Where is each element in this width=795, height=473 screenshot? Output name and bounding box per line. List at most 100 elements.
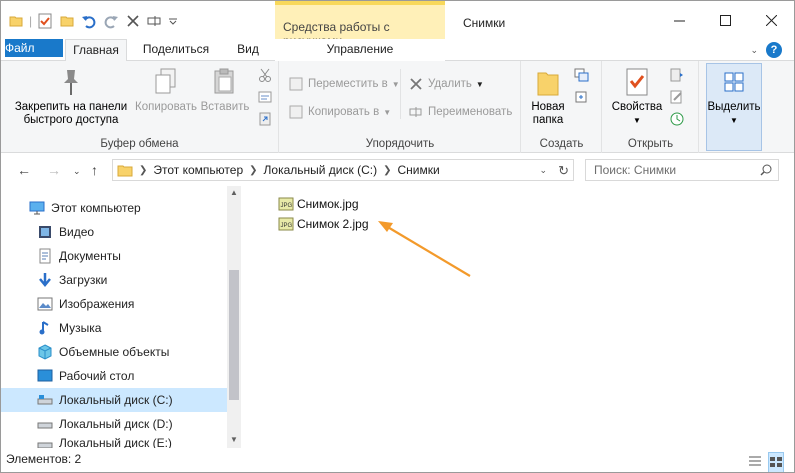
scrollbar-thumb[interactable] — [229, 270, 239, 400]
paste-shortcut-icon[interactable] — [257, 111, 273, 127]
nav-item-drive-e[interactable]: Локальный диск (E:) — [1, 436, 227, 448]
copy-to-label: Копировать в — [308, 106, 380, 118]
close-button[interactable] — [748, 1, 794, 39]
new-folder-icon[interactable] — [58, 12, 76, 30]
delete-x-icon[interactable] — [124, 12, 142, 30]
nav-item-label: Загрузки — [59, 273, 108, 287]
maximize-button[interactable] — [702, 1, 748, 39]
organize-group-label: Упорядочить — [365, 138, 435, 150]
nav-scrollbar[interactable]: ▲ ▼ — [227, 186, 241, 448]
tab-home[interactable]: Главная — [65, 39, 127, 62]
chevron-right-icon[interactable]: ❯ — [139, 165, 147, 176]
chevron-right-icon[interactable]: ❯ — [249, 165, 257, 176]
address-bar[interactable]: ❯ Этот компьютер ❯ Локальный диск (C:) ❯… — [112, 159, 574, 181]
nav-item-documents[interactable]: Документы — [1, 244, 227, 268]
refresh-icon[interactable]: ↻ — [558, 163, 569, 179]
breadcrumb-snimki[interactable]: Снимки — [397, 163, 439, 177]
customize-qat-dropdown-icon[interactable] — [168, 12, 178, 30]
tab-file[interactable]: Файл — [5, 39, 63, 57]
folder-icon[interactable] — [7, 12, 25, 30]
new-folder-label-line2: папка — [532, 114, 564, 126]
nav-item-drive-d[interactable]: Локальный диск (D:) — [1, 412, 227, 436]
new-group-label: Создать — [539, 138, 584, 150]
history-icon[interactable] — [669, 111, 685, 127]
title-bar: | Средства работы с рис — [1, 1, 794, 48]
delete-button[interactable]: Удалить ▼ — [408, 75, 484, 93]
copy-to-button[interactable]: Копировать в ▼ — [288, 103, 391, 121]
nav-item-downloads[interactable]: Загрузки — [1, 268, 227, 292]
details-view-icon[interactable] — [748, 452, 762, 472]
copy-path-icon[interactable] — [257, 89, 273, 105]
properties-check-icon[interactable] — [36, 12, 54, 30]
paste-label: Вставить — [200, 101, 250, 113]
scroll-down-icon[interactable]: ▼ — [227, 435, 241, 444]
nav-item-label: Изображения — [59, 297, 135, 311]
view-switch — [748, 452, 784, 472]
computer-icon — [29, 200, 45, 216]
search-input[interactable]: Поиск: Снимки — [585, 159, 779, 181]
move-to-button[interactable]: Переместить в ▼ — [288, 75, 400, 93]
search-icon — [760, 162, 772, 182]
minimize-button[interactable] — [656, 1, 702, 39]
context-tab-header: Средства работы с рисунками — [275, 1, 445, 48]
rename-button[interactable]: Переименовать — [408, 103, 512, 121]
drive-icon — [37, 416, 53, 432]
undo-icon[interactable] — [80, 12, 98, 30]
tab-share[interactable]: Поделиться — [135, 39, 217, 61]
pin-quick-access-button[interactable]: Закрепить на панели быстрого доступа — [9, 65, 133, 127]
nav-item-pictures[interactable]: Изображения — [1, 292, 227, 316]
open-group-label: Открыть — [627, 138, 674, 150]
cut-icon[interactable] — [257, 67, 273, 83]
new-item-icon[interactable] — [574, 67, 590, 83]
drive-icon — [37, 392, 53, 408]
items-count: Элементов: 2 — [6, 452, 82, 466]
select-label: Выделить — [707, 101, 761, 113]
nav-item-desktop[interactable]: Рабочий стол — [1, 364, 227, 388]
copy-button[interactable]: Копировать — [133, 65, 199, 114]
nav-item-3d-objects[interactable]: Объемные объекты — [1, 340, 227, 364]
properties-button[interactable]: Свойства ▼ — [609, 65, 665, 127]
tab-view[interactable]: Вид — [225, 39, 271, 61]
navigation-bar: ← → ⌄ ↑ ❯ Этот компьютер ❯ Локальный дис… — [1, 154, 794, 186]
ribbon-tabs: Файл Главная Поделиться Вид Управление — [1, 39, 794, 62]
pin-icon — [55, 65, 87, 99]
scroll-up-icon[interactable]: ▲ — [227, 188, 241, 197]
collapse-ribbon-icon[interactable]: ⌄ — [750, 45, 758, 56]
group-organize: Переместить в ▼ Копировать в ▼ Удалить ▼… — [280, 61, 521, 153]
rename-icon-ribbon — [408, 104, 424, 120]
back-arrow-icon[interactable]: ← — [17, 162, 31, 178]
move-to-label: Переместить в — [308, 78, 388, 90]
group-open: Свойства ▼ Открыть — [603, 61, 699, 153]
explorer-window: | Средства работы с рис — [0, 0, 795, 473]
tab-manage[interactable]: Управление — [275, 39, 445, 61]
nav-item-drive-c[interactable]: Локальный диск (C:) — [1, 388, 227, 412]
redo-icon[interactable] — [102, 12, 120, 30]
help-icon[interactable]: ? — [766, 42, 782, 58]
3d-objects-icon — [37, 344, 53, 360]
large-icons-view-icon[interactable] — [768, 452, 784, 472]
recent-chevron-down-icon[interactable]: ⌄ — [73, 166, 81, 177]
breadcrumb-this-pc[interactable]: Этот компьютер — [153, 163, 243, 177]
paste-button[interactable]: Вставить — [199, 65, 251, 114]
up-arrow-icon[interactable]: ↑ — [91, 162, 98, 178]
move-to-icon — [288, 76, 304, 92]
video-icon — [37, 224, 53, 240]
forward-arrow-icon[interactable]: → — [47, 162, 61, 178]
select-button[interactable]: Выделить ▼ — [706, 65, 762, 127]
address-dropdown-icon[interactable]: ⌄ — [539, 165, 547, 176]
ribbon: Закрепить на панели быстрого доступа Коп… — [1, 61, 794, 153]
new-folder-button[interactable]: Новая папка — [528, 65, 568, 127]
nav-item-this-pc[interactable]: Этот компьютер — [1, 196, 227, 220]
new-folder-big-icon — [532, 65, 564, 99]
chevron-right-icon[interactable]: ❯ — [383, 165, 391, 176]
drive-icon — [37, 436, 53, 448]
breadcrumb-drive-c[interactable]: Локальный диск (C:) — [264, 163, 378, 177]
file-list: JPG Снимок.jpg JPG Снимок 2.jpg — [242, 186, 794, 448]
rename-icon[interactable] — [146, 12, 164, 30]
nav-item-music[interactable]: Музыка — [1, 316, 227, 340]
nav-item-video[interactable]: Видео — [1, 220, 227, 244]
nav-item-label: Локальный диск (C:) — [59, 393, 173, 407]
edit-icon[interactable] — [669, 89, 685, 105]
easy-access-icon[interactable] — [574, 89, 590, 105]
open-icon[interactable] — [669, 67, 685, 83]
